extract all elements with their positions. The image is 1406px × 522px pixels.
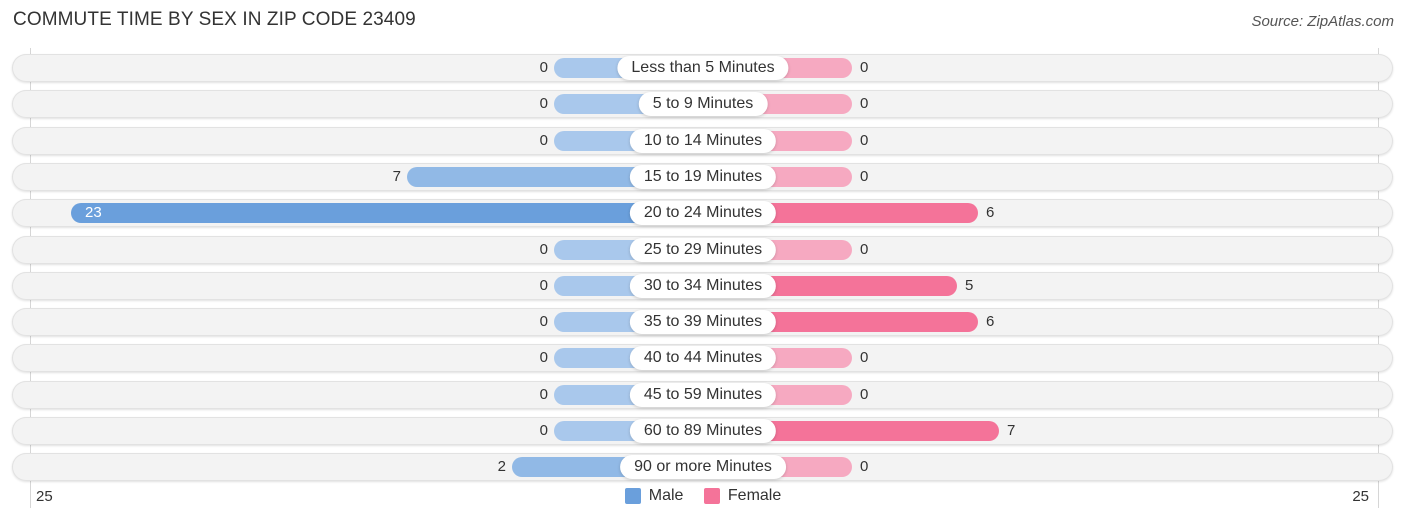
category-label: Less than 5 Minutes: [617, 56, 789, 80]
source-label: Source: ZipAtlas.com: [1251, 13, 1394, 30]
category-label: 25 to 29 Minutes: [629, 238, 777, 262]
male-value-label: 2: [497, 458, 506, 475]
male-value-label: 0: [539, 422, 548, 439]
category-label: 40 to 44 Minutes: [629, 346, 777, 370]
male-value-label: 0: [539, 132, 548, 149]
female-value-label: 6: [986, 313, 995, 330]
legend: Male Female: [0, 487, 1406, 509]
female-value-label: 0: [860, 241, 869, 258]
legend-label-male: Male: [648, 487, 684, 504]
female-value-label: 0: [860, 132, 869, 149]
male-value-label: 0: [539, 277, 548, 294]
female-value-label: 0: [860, 349, 869, 366]
female-value-label: 0: [860, 386, 869, 403]
female-value-label: 0: [860, 95, 869, 112]
male-value-label: 0: [539, 59, 548, 76]
legend-label-female: Female: [727, 487, 782, 504]
category-label: 5 to 9 Minutes: [638, 92, 768, 116]
category-label: 20 to 24 Minutes: [629, 201, 777, 225]
female-value-label: 6: [986, 204, 995, 221]
category-label: 60 to 89 Minutes: [629, 419, 777, 443]
male-value-label: 0: [539, 386, 548, 403]
male-value-label: 7: [392, 168, 401, 185]
male-value-label: 0: [539, 349, 548, 366]
legend-item-female[interactable]: Female: [703, 487, 782, 505]
female-value-label: 0: [860, 59, 869, 76]
male-value-label: 0: [539, 313, 548, 330]
category-label: 10 to 14 Minutes: [629, 129, 777, 153]
category-label: 30 to 34 Minutes: [629, 274, 777, 298]
male-value-label: 23: [85, 204, 102, 221]
male-bar[interactable]: [71, 203, 703, 223]
category-label: 35 to 39 Minutes: [629, 310, 777, 334]
female-value-label: 5: [965, 277, 974, 294]
male-value-label: 0: [539, 241, 548, 258]
male-value-label: 0: [539, 95, 548, 112]
category-label: 45 to 59 Minutes: [629, 383, 777, 407]
female-value-label: 0: [860, 168, 869, 185]
female-value-label: 7: [1007, 422, 1016, 439]
legend-swatch-female: [703, 488, 720, 504]
category-label: 15 to 19 Minutes: [629, 165, 777, 189]
legend-swatch-male: [624, 488, 641, 504]
legend-item-male[interactable]: Male: [624, 487, 684, 505]
chart-title: COMMUTE TIME BY SEX IN ZIP CODE 23409: [13, 9, 416, 30]
category-label: 90 or more Minutes: [620, 455, 786, 479]
female-value-label: 0: [860, 458, 869, 475]
